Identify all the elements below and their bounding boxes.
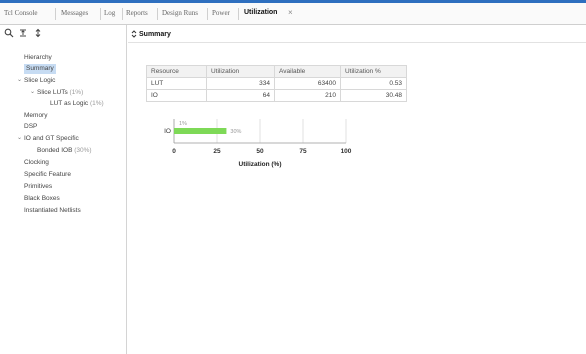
x-tick-label: 75 (299, 148, 307, 155)
tree-item-label: Clocking (24, 159, 49, 166)
tree-item-label: LUT as Logic (50, 100, 89, 107)
navigation-toolbar (0, 25, 127, 41)
tab-reports[interactable]: Reports (126, 9, 148, 17)
tab-close-icon[interactable]: × (288, 8, 293, 17)
table-cell: LUT (146, 77, 207, 90)
tab-power[interactable]: Power (212, 9, 230, 17)
tree-item-label: Bonded IOB (37, 147, 73, 154)
tree-item-label: Instantiated Netlists (24, 207, 81, 214)
x-tick-label: 50 (256, 148, 264, 155)
table-cell: 30.48 (340, 89, 407, 102)
tree-item-io-gt-specific[interactable]: IO and GT Specific (24, 134, 79, 144)
tab-divider (55, 8, 56, 20)
column-header-utilization[interactable]: Utilization (206, 65, 275, 78)
tree-item-instantiated-netlists[interactable]: Instantiated Netlists (24, 206, 81, 216)
tree-item-label: Slice LUTs (37, 89, 68, 96)
tree-item-hierarchy[interactable]: Hierarchy (24, 53, 52, 63)
tree-item-percent: (1%) (90, 100, 104, 107)
tree-item-lut-as-logic[interactable]: LUT as Logic (1%) (50, 99, 104, 109)
collapse-all-icon[interactable] (18, 28, 28, 38)
table-cell: 210 (274, 89, 341, 102)
utilization-navigation-pane: Hierarchy Summary ⌄ Slice Logic ⌄ Slice … (0, 25, 127, 354)
tree-item-label: Primitives (24, 183, 53, 190)
bar-data-label: 30% (230, 129, 241, 135)
table-cell: IO (146, 89, 207, 102)
tree-item-label: Slice Logic (24, 77, 56, 84)
column-header-resource[interactable]: Resource (146, 65, 207, 78)
tab-tcl-console[interactable]: Tcl Console (4, 9, 38, 17)
column-header-utilization-percent[interactable]: Utilization % (340, 65, 407, 78)
x-axis-label: Utilization (%) (239, 161, 282, 168)
bar-annotation: 1% (179, 121, 187, 127)
summary-header: Summary (128, 25, 586, 43)
tree-item-label: Hierarchy (24, 54, 52, 61)
utilization-chart: 0 25 50 75 100 1% IO 30% Utilization (%) (150, 115, 420, 195)
tree-item-slice-luts[interactable]: Slice LUTs (1%) (37, 88, 83, 98)
x-tick-label: 100 (341, 148, 352, 155)
table-cell: 0.53 (340, 77, 407, 90)
utilization-bar-chart: 0 25 50 75 100 1% IO 30% Utilization (%) (164, 119, 352, 168)
tree-item-label: Black Boxes (24, 195, 60, 202)
tab-utilization[interactable]: Utilization (244, 9, 277, 16)
tree-item-label: IO and GT Specific (24, 135, 79, 142)
tree-item-slice-logic[interactable]: Slice Logic (24, 76, 55, 86)
tree-item-clocking[interactable]: Clocking (24, 158, 49, 168)
tree-item-label: DSP (24, 123, 38, 130)
tab-log[interactable]: Log (104, 9, 115, 17)
tree-item-black-boxes[interactable]: Black Boxes (24, 194, 60, 204)
x-tick-label: 0 (172, 148, 176, 155)
column-header-available[interactable]: Available (274, 65, 341, 78)
table-row[interactable]: LUT 334 63400 0.53 (146, 77, 407, 90)
tree-item-dsp[interactable]: DSP (24, 122, 37, 132)
tab-divider (157, 8, 158, 20)
tree-item-specific-feature[interactable]: Specific Feature (24, 170, 71, 180)
tab-divider (100, 8, 101, 20)
chevron-down-icon[interactable]: ⌄ (17, 76, 22, 83)
tab-divider (122, 8, 123, 20)
bar (174, 128, 227, 134)
tree-item-primitives[interactable]: Primitives (24, 182, 52, 192)
tree-item-label: Memory (24, 112, 48, 119)
tree-item-label: Specific Feature (24, 171, 71, 178)
table-cell: 63400 (274, 77, 341, 90)
tree-item-percent: (30%) (74, 147, 92, 154)
tree-item-label: Summary (26, 65, 54, 72)
tab-messages[interactable]: Messages (61, 9, 88, 17)
bottom-panel-tabbar: Tcl Console Messages Log Reports Design … (0, 3, 586, 25)
tab-design-runs[interactable]: Design Runs (162, 9, 198, 17)
summary-pane: Summary Resource Utilization Available U… (128, 25, 586, 354)
x-tick-label: 25 (213, 148, 221, 155)
chevron-down-icon[interactable]: ⌄ (30, 88, 35, 95)
tree-item-bonded-iob[interactable]: Bonded IOB (30%) (37, 146, 92, 156)
chevron-down-icon[interactable]: ⌄ (17, 134, 22, 141)
utilization-table: Resource Utilization Available Utilizati… (146, 65, 407, 102)
y-category-label: IO (164, 128, 171, 135)
table-header-row: Resource Utilization Available Utilizati… (146, 65, 407, 78)
collapse-arrows-icon[interactable] (130, 29, 138, 39)
table-cell: 64 (206, 89, 275, 102)
tree-item-memory[interactable]: Memory (24, 111, 47, 121)
table-row[interactable]: IO 64 210 30.48 (146, 89, 407, 102)
tree-item-percent: (1%) (69, 89, 84, 96)
tab-divider (238, 8, 239, 20)
search-icon[interactable] (4, 28, 14, 38)
expand-all-icon[interactable] (33, 28, 43, 38)
table-cell: 334 (206, 77, 275, 90)
tree-item-summary[interactable]: Summary (24, 64, 56, 74)
tab-divider (207, 8, 208, 20)
summary-title: Summary (139, 31, 171, 38)
